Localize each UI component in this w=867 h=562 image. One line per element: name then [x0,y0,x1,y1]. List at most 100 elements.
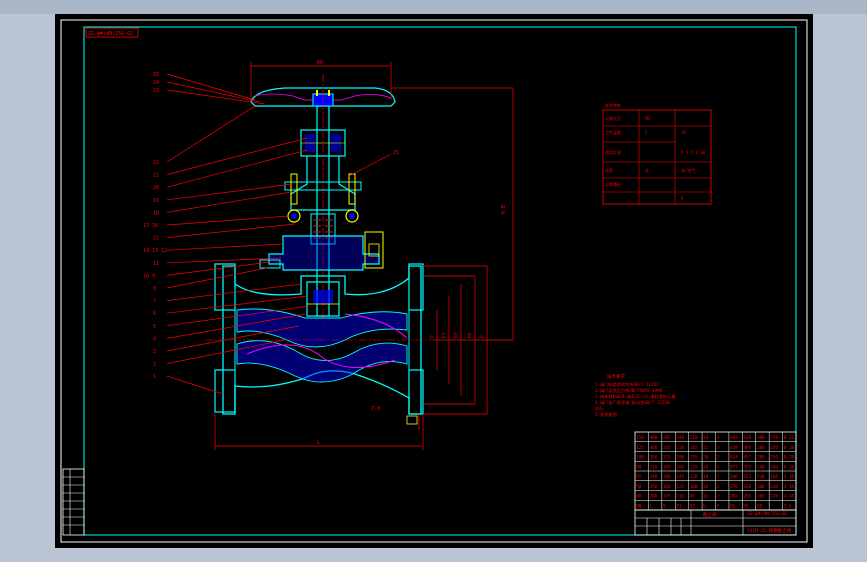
balloon-label: 1 [153,374,156,380]
tech-table-cell: t [645,130,648,135]
size-table-cell: 22 [703,445,709,450]
size-table-cell: 140 [770,484,778,489]
cad-drawing-canvas[interactable]: ZG-ф#(dN)25G-02 D0 H B L D D1 D2 D6 D Z-… [55,14,813,548]
size-table-cell: 18 [703,474,709,479]
window-left-border [0,14,55,562]
size-table-cell: b [703,503,706,508]
dim-face-label-1: D1 [441,332,447,338]
size-table-cell: 24 [703,435,709,440]
size-table-cell: 150 [636,435,644,440]
tech-characteristics-table: 技术特性 公称压力 PN 工作温度 t 24 适用介质 P 5.7 2 18 试验 水 水/空气公… [602,102,712,205]
balloon-label: 23 [153,88,159,94]
size-table-cell: 8-23 [784,435,795,440]
size-table-cell: 424 [730,455,738,460]
note-line: 4.阀门出厂前涂漆,标志按GB/T 12220 [595,399,670,406]
tech-table-cell: 水/空气 [681,167,695,173]
size-table-cell: 135 [690,464,698,469]
size-table: 150 480 285 240 210 24 3 483 538 380 278 8-23125 400… [634,431,797,511]
tech-table-cell: 公称压力 [605,115,621,121]
size-table-cell: 483 [730,435,738,440]
dim-right-label: H B [501,205,507,214]
size-table-cell: 80 [636,464,642,469]
size-table-cell: 180 [757,484,765,489]
size-table-cell: 240 [757,474,765,479]
size-table-cell: L [650,503,653,508]
size-table-cell: 145 [676,474,684,479]
size-table-cell: 210 [676,445,684,450]
balloon-label: 11 [153,261,159,267]
drawing-sheet: ZG-ф#(dN)25G-02 D0 H B L D D1 D2 D6 D Z-… [60,19,808,543]
size-table-cell: 250 [650,484,658,489]
size-table-cell: 280 [757,455,765,460]
tech-table-cell: 24 [681,130,686,135]
size-table-cell: 180 [770,464,778,469]
dim-top-label: D0 [317,60,323,66]
tech-table-cell: 公称通径 [605,181,621,187]
size-table-cell: 250 [770,445,778,450]
size-table-cell: 200 [650,494,658,499]
size-table-cell: 3 [717,464,720,469]
dim-bottom-label: L [317,440,320,446]
title-block-drawing-no: ZG-ф#(dN)25G-02 [747,511,788,517]
code-box-text: ZG-ф#(dN)25G-02 [88,31,133,37]
tech-table-cell: P [681,196,684,201]
size-table-cell: 20 [703,455,709,460]
size-table-cell: 155 [690,455,698,460]
size-table-cell: 210 [690,435,698,440]
size-table-cell: 3 [717,435,720,440]
balloon-label: 22 [153,160,159,166]
size-table-cell: H2 [744,503,750,508]
size-table-cell: 346 [730,474,738,479]
size-table-cell: 245 [663,445,671,450]
title-block-name: 截止阀 [703,511,717,518]
tech-table-cell: 水 [645,167,649,173]
size-table-cell: 3 [717,474,720,479]
tech-table-cell: 工作温度 [605,129,621,135]
dim-face-label-2: D2 [453,332,459,338]
size-table-cell: 3 [717,494,720,499]
size-table-cell: D [663,503,666,508]
balloon-label: 8 [153,286,156,292]
size-table-cell: 85 [690,494,696,499]
size-table-cell: 195 [663,464,671,469]
balloon-label: 5 [153,324,156,330]
balloon-label: 4 [153,336,156,342]
size-table-cell: D0 [757,503,763,508]
size-table-cell: 310 [650,464,658,469]
balloon-label: 21 [153,173,159,179]
balloon-label: 3 [153,349,156,355]
size-table-cell: 100 [636,455,644,460]
size-table-cell: 4-18 [784,494,795,499]
size-table-cell: 380 [757,435,765,440]
size-table-cell: 160 [676,464,684,469]
size-table-cell: 3 [717,445,720,450]
size-table-cell: 20 [703,464,709,469]
balloon-label: 6 [153,311,156,317]
size-table-cell: 230 [770,455,778,460]
size-table-cell: 290 [650,474,658,479]
dim-flange-label: Z-d [371,406,380,412]
size-table-cell: 185 [690,445,698,450]
note-line: 执行 [595,405,603,412]
size-table-cell: 262 [730,494,738,499]
balloon-label: 20 [153,185,159,191]
window-top-border [0,0,867,14]
size-table-cell: 457 [744,455,752,460]
size-table-cell: 145 [663,494,671,499]
title-block: 截止阀 ZG-ф#(dN)25G-02 J41H-25 铸钢截止阀 [634,509,797,536]
note-line: 1.阀门制造验收符合GB/T 12232 [595,381,659,388]
balloon-label: 19 [153,198,159,204]
size-table-cell: D2 [690,503,696,508]
balloon-right: 25 [393,150,399,156]
balloon-label: 17 16 [143,223,158,229]
left-title-block [62,468,85,536]
balloon-label: 15 [153,236,159,242]
size-table-cell: 276 [730,484,738,489]
tech-table-cell: P 5.7 2 18 [681,150,706,155]
dim-face-label-0: D [429,335,435,338]
note-line: 2.阀门试验压力按JB/T9092-1999 [595,387,663,394]
note-line: 3.阀体材料WCB,阀杆2Cr13,填料柔性石墨 [595,393,676,400]
size-table-cell: 110 [676,494,684,499]
balloon-label: 18 [153,210,159,216]
size-table-cell: 350 [650,455,658,460]
